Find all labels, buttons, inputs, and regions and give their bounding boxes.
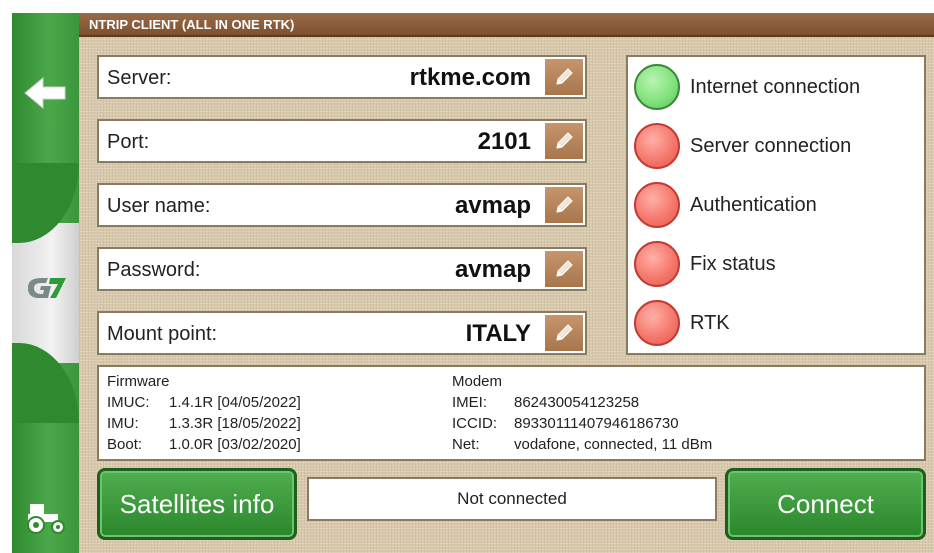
firmware-row: IMUC: 1.4.1R [04/05/2022]: [107, 392, 301, 413]
firmware-value: 1.3.3R [18/05/2022]: [169, 415, 301, 432]
tractor-icon: [26, 504, 65, 534]
g7-logo: [12, 268, 79, 308]
password-label: Password:: [107, 259, 201, 281]
pencil-icon: [556, 196, 573, 213]
connection-status-panel: Internet connection Server connection Au…: [626, 55, 926, 355]
back-arrow-icon: [23, 76, 65, 110]
pencil-icon: [556, 68, 573, 85]
firmware-value: 1.0.0R [03/02/2020]: [169, 436, 301, 453]
status-label: Internet connection: [690, 75, 861, 98]
server-value: rtkme.com: [409, 64, 531, 91]
modem-row: IMEI: 862430054123258: [452, 392, 712, 413]
title-bar: NTRIP CLIENT (ALL IN ONE RTK): [79, 13, 934, 37]
modem-value: 89330111407946186730: [514, 415, 679, 432]
status-fix: Fix status: [634, 240, 776, 288]
satellites-info-button[interactable]: Satellites info: [97, 468, 297, 540]
pencil-icon: [556, 260, 573, 277]
status-label: Server connection: [690, 134, 852, 157]
connect-button[interactable]: Connect: [725, 468, 926, 540]
tractor-button[interactable]: [12, 497, 79, 537]
sidebar: [12, 13, 79, 553]
pencil-icon: [556, 324, 573, 341]
modem-key: Net:: [452, 436, 480, 453]
connection-status-text: Not connected: [307, 477, 717, 521]
page-title: NTRIP CLIENT (ALL IN ONE RTK): [89, 17, 295, 32]
port-value: 2101: [477, 128, 531, 155]
modem-heading: Modem: [452, 373, 503, 390]
status-label: RTK: [690, 311, 730, 334]
status-led-icon: [634, 300, 680, 346]
status-led-icon: [634, 123, 680, 169]
modem-section: Modem IMEI: 862430054123258 ICCID: 89330…: [452, 371, 712, 455]
main-panel: NTRIP CLIENT (ALL IN ONE RTK) Server: rt…: [79, 13, 934, 553]
port-label: Port:: [107, 131, 150, 153]
status-label: Authentication: [690, 193, 817, 216]
modem-row: ICCID: 89330111407946186730: [452, 413, 712, 434]
g7-logo-icon: [27, 278, 66, 298]
modem-key: IMEI:: [452, 394, 488, 411]
firmware-heading: Firmware: [107, 373, 170, 390]
server-field[interactable]: Server: rtkme.com: [97, 55, 587, 99]
status-authentication: Authentication: [634, 181, 817, 229]
status-internet: Internet connection: [634, 63, 860, 111]
mount-point-value: ITALY: [465, 320, 531, 347]
mount-point-field[interactable]: Mount point: ITALY: [97, 311, 587, 355]
username-label: User name:: [107, 195, 211, 217]
server-edit-button[interactable]: [545, 59, 583, 95]
firmware-key: Boot:: [107, 436, 143, 453]
username-edit-button[interactable]: [545, 187, 583, 223]
firmware-section: Firmware IMUC: 1.4.1R [04/05/2022] IMU: …: [107, 371, 301, 455]
firmware-row: Boot: 1.0.0R [03/02/2020]: [107, 434, 301, 455]
password-value: avmap: [454, 256, 531, 283]
modem-value: 862430054123258: [514, 394, 640, 411]
mount-point-label: Mount point:: [107, 323, 218, 345]
modem-row: Net: vodafone, connected, 11 dBm: [452, 434, 712, 455]
mount-point-edit-button[interactable]: [545, 315, 583, 351]
password-field[interactable]: Password: avmap: [97, 247, 587, 291]
back-button[interactable]: [12, 68, 79, 118]
port-field[interactable]: Port: 2101: [97, 119, 587, 163]
firmware-row: IMU: 1.3.3R [18/05/2022]: [107, 413, 301, 434]
status-server: Server connection: [634, 122, 851, 170]
username-value: avmap: [454, 192, 531, 219]
modem-key: ICCID:: [452, 415, 497, 432]
modem-value: vodafone, connected, 11 dBm: [514, 436, 713, 453]
status-led-icon: [634, 241, 680, 287]
server-label: Server:: [107, 67, 172, 89]
pencil-icon: [556, 132, 573, 149]
port-edit-button[interactable]: [545, 123, 583, 159]
device-info-panel: Firmware IMUC: 1.4.1R [04/05/2022] IMU: …: [97, 365, 926, 461]
password-edit-button[interactable]: [545, 251, 583, 287]
firmware-key: IMUC:: [107, 394, 150, 411]
status-led-icon: [634, 64, 680, 110]
firmware-value: 1.4.1R [04/05/2022]: [169, 394, 301, 411]
status-label: Fix status: [690, 252, 776, 275]
status-led-icon: [634, 182, 680, 228]
firmware-key: IMU:: [107, 415, 139, 432]
username-field[interactable]: User name: avmap: [97, 183, 587, 227]
status-rtk: RTK: [634, 299, 730, 347]
